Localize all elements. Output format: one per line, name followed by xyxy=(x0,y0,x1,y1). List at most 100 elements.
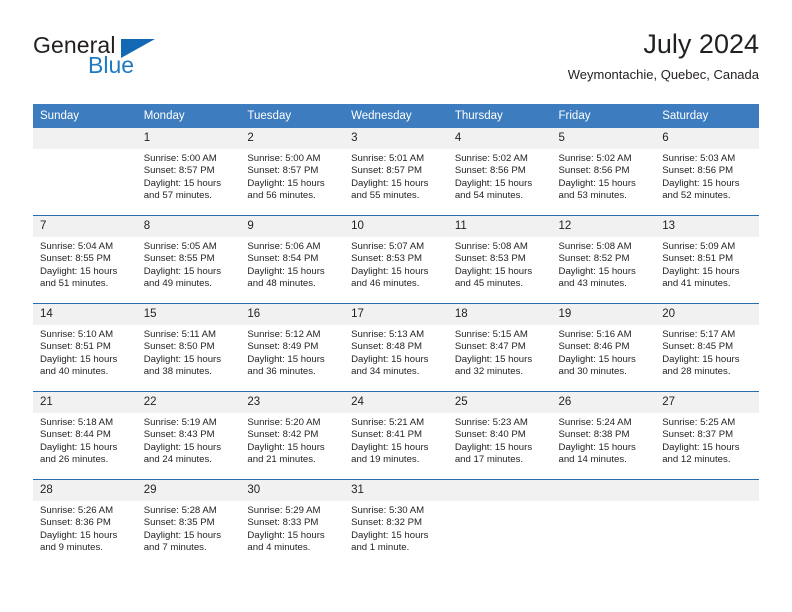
calendar-day-cell[interactable]: 31 Sunrise: 5:30 AM Sunset: 8:32 PM Dayl… xyxy=(344,479,448,567)
sunset-text: Sunset: 8:52 PM xyxy=(558,253,630,265)
sunset-text: Sunset: 8:48 PM xyxy=(351,341,423,353)
calendar-day-cell[interactable]: 11 Sunrise: 5:08 AM Sunset: 8:53 PM Dayl… xyxy=(447,215,552,304)
calendar-day-cell[interactable] xyxy=(551,479,656,567)
day-number: 6 xyxy=(655,128,759,149)
calendar-day-cell[interactable]: 22 Sunrise: 5:19 AM Sunset: 8:43 PM Dayl… xyxy=(136,391,241,480)
calendar-day-cell[interactable]: 26 Sunrise: 5:24 AM Sunset: 8:38 PM Dayl… xyxy=(551,391,656,480)
daylight-text-line1: Daylight: 15 hours xyxy=(662,177,740,189)
calendar-day-cell[interactable]: 6 Sunrise: 5:03 AM Sunset: 8:56 PM Dayli… xyxy=(655,128,759,216)
day-number: 11 xyxy=(447,216,552,237)
sunset-text: Sunset: 8:35 PM xyxy=(143,517,215,529)
day-number xyxy=(655,480,759,501)
weekday-header-wednesday: Wednesday xyxy=(344,104,448,128)
daylight-text-line2: and 28 minutes. xyxy=(662,365,731,377)
day-details: Sunrise: 5:28 AM Sunset: 8:35 PM Dayligh… xyxy=(137,501,241,567)
sunrise-text: Sunrise: 5:18 AM xyxy=(40,417,114,428)
calendar-day-cell[interactable] xyxy=(655,479,759,567)
weekday-header-friday: Friday xyxy=(551,104,656,128)
calendar-day-cell[interactable]: 28 Sunrise: 5:26 AM Sunset: 8:36 PM Dayl… xyxy=(33,479,137,567)
daylight-text-line1: Daylight: 15 hours xyxy=(143,529,222,541)
sunset-text: Sunset: 8:44 PM xyxy=(40,429,111,441)
sunset-text: Sunset: 8:56 PM xyxy=(662,165,734,177)
sunset-text: Sunset: 8:56 PM xyxy=(454,165,526,177)
calendar-day-cell[interactable]: 2 Sunrise: 5:00 AM Sunset: 8:57 PM Dayli… xyxy=(240,128,345,216)
day-details: Sunrise: 5:26 AM Sunset: 8:36 PM Dayligh… xyxy=(33,501,137,567)
day-details: Sunrise: 5:09 AM Sunset: 8:51 PM Dayligh… xyxy=(655,237,759,303)
calendar-day-cell[interactable]: 1 Sunrise: 5:00 AM Sunset: 8:57 PM Dayli… xyxy=(136,128,241,216)
daylight-text-line2: and 57 minutes. xyxy=(143,189,212,201)
calendar-day-cell[interactable] xyxy=(447,479,552,567)
calendar-day-cell[interactable]: 18 Sunrise: 5:15 AM Sunset: 8:47 PM Dayl… xyxy=(447,303,552,392)
daylight-text-line1: Daylight: 15 hours xyxy=(454,353,533,365)
calendar-week-row: 1 Sunrise: 5:00 AM Sunset: 8:57 PM Dayli… xyxy=(33,128,759,216)
calendar-day-cell[interactable]: 24 Sunrise: 5:21 AM Sunset: 8:41 PM Dayl… xyxy=(344,391,448,480)
sunrise-text: Sunrise: 5:23 AM xyxy=(454,417,528,428)
daylight-text-line2: and 26 minutes. xyxy=(40,453,109,465)
day-details: Sunrise: 5:21 AM Sunset: 8:41 PM Dayligh… xyxy=(344,413,448,479)
day-number: 4 xyxy=(447,128,552,149)
sunset-text: Sunset: 8:51 PM xyxy=(40,341,111,353)
calendar-day-cell[interactable]: 15 Sunrise: 5:11 AM Sunset: 8:50 PM Dayl… xyxy=(136,303,241,392)
calendar-day-cell[interactable]: 21 Sunrise: 5:18 AM Sunset: 8:44 PM Dayl… xyxy=(33,391,137,480)
day-number: 10 xyxy=(344,216,448,237)
page-title: July 2024 xyxy=(643,29,759,59)
daylight-text-line2: and 46 minutes. xyxy=(351,277,420,289)
calendar-header-row: Sunday Monday Tuesday Wednesday Thursday… xyxy=(33,104,759,128)
daylight-text-line1: Daylight: 15 hours xyxy=(351,353,429,365)
day-details: Sunrise: 5:02 AM Sunset: 8:56 PM Dayligh… xyxy=(448,149,552,215)
sunset-text: Sunset: 8:40 PM xyxy=(454,429,526,441)
sunset-text: Sunset: 8:41 PM xyxy=(351,429,423,441)
calendar-day-cell[interactable]: 3 Sunrise: 5:01 AM Sunset: 8:57 PM Dayli… xyxy=(344,128,448,216)
day-details xyxy=(33,149,137,215)
sunrise-text: Sunrise: 5:30 AM xyxy=(351,505,425,516)
calendar-day-cell[interactable]: 23 Sunrise: 5:20 AM Sunset: 8:42 PM Dayl… xyxy=(240,391,345,480)
calendar-day-cell[interactable]: 9 Sunrise: 5:06 AM Sunset: 8:54 PM Dayli… xyxy=(240,215,345,304)
day-number: 13 xyxy=(655,216,759,237)
calendar-day-cell[interactable]: 16 Sunrise: 5:12 AM Sunset: 8:49 PM Dayl… xyxy=(240,303,345,392)
day-details: Sunrise: 5:03 AM Sunset: 8:56 PM Dayligh… xyxy=(655,149,759,215)
calendar-day-cell[interactable]: 13 Sunrise: 5:09 AM Sunset: 8:51 PM Dayl… xyxy=(655,215,759,304)
calendar-day-cell[interactable]: 12 Sunrise: 5:08 AM Sunset: 8:52 PM Dayl… xyxy=(551,215,656,304)
calendar-day-cell[interactable] xyxy=(33,128,137,216)
calendar-day-cell[interactable]: 5 Sunrise: 5:02 AM Sunset: 8:56 PM Dayli… xyxy=(551,128,656,216)
daylight-text-line2: and 34 minutes. xyxy=(351,365,420,377)
sunrise-text: Sunrise: 5:03 AM xyxy=(662,153,736,164)
calendar-day-cell[interactable]: 8 Sunrise: 5:05 AM Sunset: 8:55 PM Dayli… xyxy=(136,215,241,304)
daylight-text-line2: and 36 minutes. xyxy=(247,365,316,377)
calendar-day-cell[interactable]: 17 Sunrise: 5:13 AM Sunset: 8:48 PM Dayl… xyxy=(344,303,448,392)
daylight-text-line2: and 43 minutes. xyxy=(558,277,627,289)
sunrise-text: Sunrise: 5:24 AM xyxy=(558,417,632,428)
sunrise-text: Sunrise: 5:21 AM xyxy=(351,417,425,428)
calendar-day-cell[interactable]: 27 Sunrise: 5:25 AM Sunset: 8:37 PM Dayl… xyxy=(655,391,759,480)
day-details: Sunrise: 5:07 AM Sunset: 8:53 PM Dayligh… xyxy=(344,237,448,303)
weekday-header-sunday: Sunday xyxy=(33,104,137,128)
weekday-header-monday: Monday xyxy=(136,104,241,128)
daylight-text-line1: Daylight: 15 hours xyxy=(351,177,429,189)
calendar-day-cell[interactable]: 14 Sunrise: 5:10 AM Sunset: 8:51 PM Dayl… xyxy=(33,303,137,392)
daylight-text-line1: Daylight: 15 hours xyxy=(662,353,740,365)
calendar-day-cell[interactable]: 10 Sunrise: 5:07 AM Sunset: 8:53 PM Dayl… xyxy=(344,215,448,304)
calendar-day-cell[interactable]: 30 Sunrise: 5:29 AM Sunset: 8:33 PM Dayl… xyxy=(240,479,345,567)
calendar-day-cell[interactable]: 25 Sunrise: 5:23 AM Sunset: 8:40 PM Dayl… xyxy=(447,391,552,480)
daylight-text-line2: and 24 minutes. xyxy=(143,453,212,465)
day-details: Sunrise: 5:11 AM Sunset: 8:50 PM Dayligh… xyxy=(137,325,241,391)
calendar-day-cell[interactable]: 29 Sunrise: 5:28 AM Sunset: 8:35 PM Dayl… xyxy=(136,479,241,567)
calendar-week-row: 28 Sunrise: 5:26 AM Sunset: 8:36 PM Dayl… xyxy=(33,479,759,567)
day-number: 27 xyxy=(655,392,759,413)
sunrise-text: Sunrise: 5:00 AM xyxy=(143,153,217,164)
calendar-day-cell[interactable]: 20 Sunrise: 5:17 AM Sunset: 8:45 PM Dayl… xyxy=(655,303,759,392)
calendar-day-cell[interactable]: 4 Sunrise: 5:02 AM Sunset: 8:56 PM Dayli… xyxy=(447,128,552,216)
daylight-text-line2: and 14 minutes. xyxy=(558,453,627,465)
calendar-day-cell[interactable]: 7 Sunrise: 5:04 AM Sunset: 8:55 PM Dayli… xyxy=(33,215,137,304)
day-details: Sunrise: 5:23 AM Sunset: 8:40 PM Dayligh… xyxy=(448,413,552,479)
daylight-text-line2: and 56 minutes. xyxy=(247,189,316,201)
sunrise-text: Sunrise: 5:01 AM xyxy=(351,153,425,164)
sunrise-text: Sunrise: 5:08 AM xyxy=(454,241,528,252)
daylight-text-line2: and 49 minutes. xyxy=(143,277,212,289)
weekday-header-saturday: Saturday xyxy=(655,104,759,128)
daylight-text-line2: and 4 minutes. xyxy=(247,541,311,553)
sunrise-text: Sunrise: 5:13 AM xyxy=(351,329,425,340)
calendar-day-cell[interactable]: 19 Sunrise: 5:16 AM Sunset: 8:46 PM Dayl… xyxy=(551,303,656,392)
daylight-text-line1: Daylight: 15 hours xyxy=(558,177,636,189)
sunset-text: Sunset: 8:45 PM xyxy=(662,341,734,353)
